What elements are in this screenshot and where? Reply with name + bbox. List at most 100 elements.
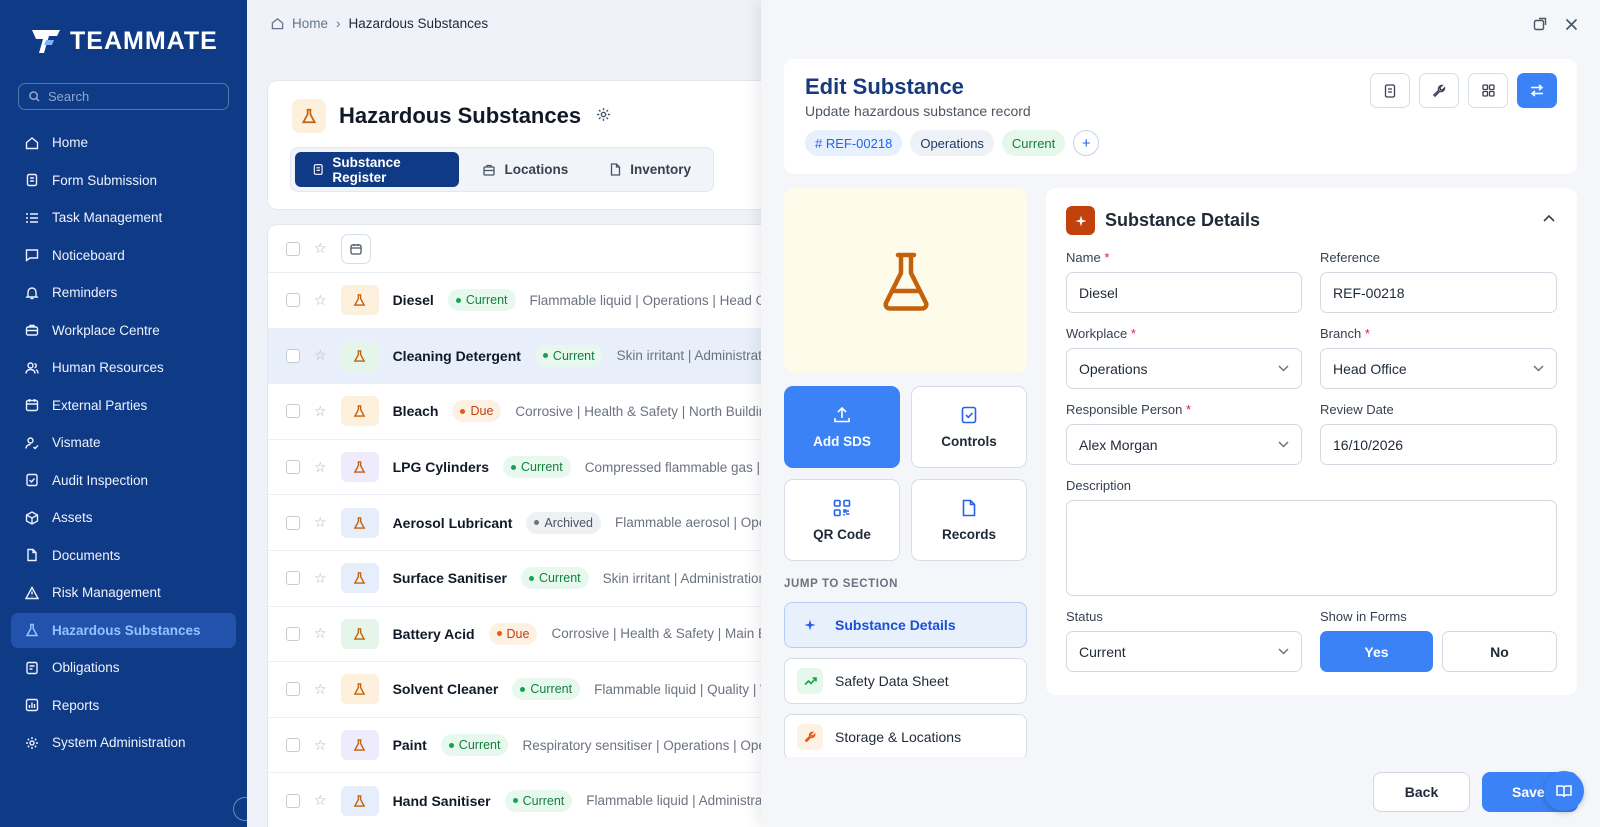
sidebar-item-external-parties[interactable]: External Parties [11, 388, 236, 423]
tab-locations[interactable]: Locations [465, 152, 586, 187]
star-icon[interactable]: ☆ [314, 459, 327, 476]
row-checkbox[interactable] [286, 460, 300, 475]
review-date-input[interactable]: 16/10/2026 [1320, 424, 1557, 465]
row-checkbox[interactable] [286, 738, 300, 753]
sidebar-item-form-submission[interactable]: Form Submission [11, 163, 236, 198]
reference-chip[interactable]: # REF-00218 [805, 130, 903, 156]
star-icon[interactable]: ☆ [314, 347, 327, 364]
substance-name[interactable]: Surface Sanitiser [393, 570, 507, 586]
star-icon[interactable]: ☆ [314, 403, 327, 420]
status-select[interactable]: Current [1066, 631, 1302, 672]
table-row[interactable]: ☆ Paint Current Respiratory sensitiser | Op… [268, 718, 761, 774]
substance-name[interactable]: Paint [393, 737, 427, 753]
jump-safety-data-sheet[interactable]: Safety Data Sheet [784, 658, 1027, 704]
table-row[interactable]: ☆ Battery Acid Due Corrosive | Health & Saf… [268, 607, 761, 663]
star-icon[interactable]: ☆ [314, 737, 327, 754]
notes-button[interactable] [1370, 73, 1410, 108]
quick-action-label: QR Code [813, 526, 871, 542]
row-checkbox[interactable] [286, 793, 300, 808]
star-icon[interactable]: ☆ [314, 570, 327, 587]
sidebar-item-human-resources[interactable]: Human Resources [11, 350, 236, 385]
sidebar-item-noticeboard[interactable]: Noticeboard [11, 238, 236, 273]
sidebar-search-input[interactable]: Search [18, 83, 229, 110]
popout-icon[interactable] [1533, 17, 1547, 31]
star-icon[interactable]: ☆ [314, 514, 327, 531]
tab-substance-register[interactable]: Substance Register [295, 152, 460, 187]
sidebar-item-obligations[interactable]: Obligations [11, 650, 236, 685]
row-checkbox[interactable] [286, 404, 300, 419]
row-checkbox[interactable] [286, 293, 300, 308]
sidebar-item-reminders[interactable]: Reminders [11, 275, 236, 310]
sidebar-item-vismate[interactable]: Vismate [11, 425, 236, 460]
breadcrumb-home-link[interactable]: Home [292, 16, 328, 31]
substance-name[interactable]: Cleaning Detergent [393, 348, 521, 364]
sidebar-item-assets[interactable]: Assets [11, 500, 236, 535]
sidebar-item-label: Hazardous Substances [52, 622, 201, 638]
substance-name[interactable]: Battery Acid [393, 626, 475, 642]
row-checkbox[interactable] [286, 515, 300, 530]
sidebar-item-task-management[interactable]: Task Management [11, 200, 236, 235]
grid-view-button[interactable] [1468, 73, 1508, 108]
chevron-up-icon[interactable] [1543, 214, 1555, 222]
show-in-forms-yes-button[interactable]: Yes [1320, 631, 1433, 672]
table-row[interactable]: ☆ Diesel Current Flammable liquid | Operati… [268, 273, 761, 329]
substance-name[interactable]: LPG Cylinders [393, 459, 489, 475]
name-input[interactable]: Diesel [1066, 272, 1302, 313]
settings-gear-icon[interactable] [596, 107, 611, 122]
row-checkbox[interactable] [286, 682, 300, 697]
row-checkbox[interactable] [286, 348, 300, 363]
workplace-chip[interactable]: Operations [910, 130, 994, 156]
sidebar-item-risk-management[interactable]: Risk Management [11, 575, 236, 610]
substance-name[interactable]: Aerosol Lubricant [393, 515, 513, 531]
controls-button[interactable]: Controls [911, 386, 1027, 468]
link-button[interactable] [1419, 73, 1459, 108]
table-row[interactable]: ☆ Bleach Due Corrosive | Health & Safety | … [268, 384, 761, 440]
status-chip[interactable]: Current [1001, 130, 1066, 156]
add-sds-button[interactable]: Add SDS [784, 386, 900, 468]
back-button[interactable]: Back [1373, 772, 1470, 812]
sidebar-item-hazardous-substances[interactable]: Hazardous Substances [11, 612, 236, 648]
select-all-checkbox[interactable] [286, 241, 300, 256]
table-row[interactable]: ☆ Aerosol Lubricant Archived Flammable aero… [268, 495, 761, 551]
row-checkbox[interactable] [286, 571, 300, 586]
table-row[interactable]: ☆ Surface Sanitiser Current Skin irritant |… [268, 551, 761, 607]
sidebar-item-home[interactable]: Home [11, 125, 236, 160]
responsible-person-select[interactable]: Alex Morgan [1066, 424, 1302, 465]
help-book-button[interactable] [1544, 771, 1584, 811]
star-icon[interactable]: ☆ [314, 240, 327, 257]
calendar-filter-button[interactable] [340, 233, 371, 264]
row-checkbox[interactable] [286, 626, 300, 641]
substance-name[interactable]: Bleach [393, 403, 439, 419]
table-row[interactable]: ☆ Cleaning Detergent Current Skin irritant … [268, 328, 761, 385]
table-row[interactable]: ☆ Hand Sanitiser Current Flammable liquid |… [268, 773, 761, 827]
brand-logo[interactable]: TEAMMATE [32, 27, 218, 56]
sidebar-item-system-administration[interactable]: System Administration [11, 725, 236, 760]
reference-input[interactable]: REF-00218 [1320, 272, 1557, 313]
records-button[interactable]: Records [911, 479, 1027, 561]
star-icon[interactable]: ☆ [314, 792, 327, 809]
sidebar-item-reports[interactable]: Reports [11, 688, 236, 723]
star-icon[interactable]: ☆ [314, 292, 327, 309]
substance-name[interactable]: Solvent Cleaner [393, 681, 499, 697]
sidebar-item-audit-inspection[interactable]: Audit Inspection [11, 463, 236, 498]
sidebar-item-documents[interactable]: Documents [11, 538, 236, 573]
branch-select[interactable]: Head Office [1320, 348, 1557, 389]
close-icon[interactable] [1565, 18, 1578, 31]
jump-storage-locations[interactable]: Storage & Locations [784, 714, 1027, 757]
show-in-forms-no-button[interactable]: No [1442, 631, 1557, 672]
table-row[interactable]: ☆ LPG Cylinders Current Compressed flammabl… [268, 440, 761, 496]
qr-code-button[interactable]: QR Code [784, 479, 900, 561]
substance-name[interactable]: Diesel [393, 292, 434, 308]
star-icon[interactable]: ☆ [314, 625, 327, 642]
substance-name[interactable]: Hand Sanitiser [393, 793, 491, 809]
sidebar-item-label: Vismate [52, 435, 101, 450]
workplace-select[interactable]: Operations [1066, 348, 1302, 389]
star-icon[interactable]: ☆ [314, 681, 327, 698]
tab-inventory[interactable]: Inventory [592, 152, 709, 187]
table-row[interactable]: ☆ Solvent Cleaner Current Flammable liquid … [268, 662, 761, 718]
sidebar-item-workplace-centre[interactable]: Workplace Centre [11, 313, 236, 348]
transfer-button[interactable] [1517, 73, 1557, 108]
add-tag-button[interactable]: + [1073, 130, 1100, 156]
description-textarea[interactable] [1066, 500, 1557, 596]
jump-substance-details[interactable]: Substance Details [784, 602, 1027, 648]
